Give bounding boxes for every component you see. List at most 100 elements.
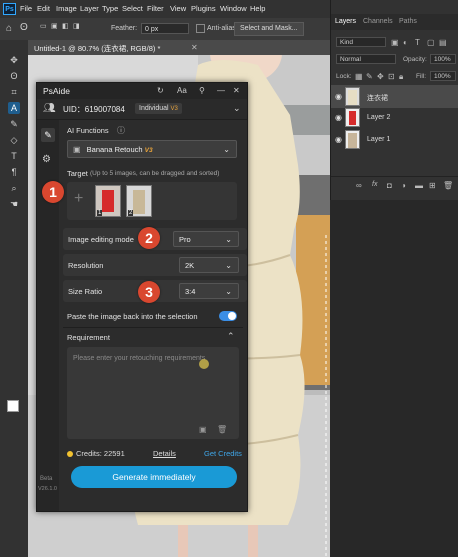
ai-tool-icon[interactable]: A bbox=[8, 102, 20, 114]
fill-input[interactable]: 100% bbox=[430, 71, 456, 81]
intersect-selection-icon[interactable]: ◨ bbox=[73, 22, 80, 30]
menu-edit[interactable]: Edit bbox=[37, 4, 50, 13]
target-hint: (Up to 5 images, can be dragged and sort… bbox=[90, 170, 220, 177]
menu-image[interactable]: Image bbox=[56, 4, 77, 13]
hand-tool-icon[interactable]: ☚ bbox=[8, 198, 20, 210]
menu-filter[interactable]: Filter bbox=[147, 4, 164, 13]
opacity-input[interactable]: 100% bbox=[430, 54, 456, 64]
move-tool-icon[interactable]: ✥ bbox=[8, 54, 20, 66]
menu-view[interactable]: View bbox=[170, 4, 186, 13]
generate-button[interactable]: Generate immediately bbox=[71, 466, 237, 488]
image-mode-select[interactable]: Pro ⌄ bbox=[173, 231, 239, 247]
requirement-textarea[interactable]: Please enter your retouching requirement… bbox=[67, 347, 239, 439]
layer-row[interactable]: ◉ 连衣裙 bbox=[331, 85, 458, 108]
tab-paths[interactable]: Paths bbox=[399, 18, 417, 25]
select-and-mask-button[interactable]: Select and Mask... bbox=[234, 22, 304, 36]
lasso-tool-icon[interactable]: ʘ bbox=[8, 70, 20, 82]
menu-file[interactable]: File bbox=[20, 4, 32, 13]
image-mode-label: Image editing mode bbox=[68, 235, 134, 244]
layer-name[interactable]: Layer 2 bbox=[367, 114, 390, 121]
close-icon[interactable]: ✕ bbox=[233, 86, 240, 95]
visibility-eye-icon[interactable]: ◉ bbox=[335, 113, 342, 122]
brush-tool-icon[interactable]: ✎ bbox=[8, 118, 20, 130]
resolution-select[interactable]: 2K ⌄ bbox=[179, 257, 239, 273]
home-icon[interactable]: ⌂ bbox=[6, 23, 12, 34]
details-link[interactable]: Details bbox=[153, 449, 176, 458]
menu-select[interactable]: Select bbox=[122, 4, 143, 13]
document-tab[interactable]: Untitled-1 @ 80.7% (连衣裙, RGB/8) * ✕ bbox=[28, 40, 330, 55]
antialias-checkbox[interactable] bbox=[196, 24, 205, 33]
layer-row[interactable]: ◉ Layer 2 bbox=[331, 106, 458, 129]
settings-gear-icon[interactable]: ⚙ bbox=[42, 154, 51, 165]
visibility-eye-icon[interactable]: ◉ bbox=[335, 135, 342, 144]
group-icon[interactable]: ▬ bbox=[415, 181, 423, 190]
foreground-color-swatch[interactable] bbox=[7, 400, 19, 412]
fx-button[interactable]: fx bbox=[372, 181, 377, 188]
user-uid: UID：619007084 bbox=[63, 105, 125, 114]
get-credits-link[interactable]: Get Credits bbox=[204, 449, 242, 458]
add-selection-icon[interactable]: ▣ bbox=[51, 22, 58, 30]
menu-layer[interactable]: Layer bbox=[80, 4, 99, 13]
menu-plugins[interactable]: Plugins bbox=[191, 4, 216, 13]
new-selection-icon[interactable]: ▭ bbox=[40, 22, 47, 30]
edit-pencil-icon[interactable]: ✎ bbox=[41, 128, 55, 142]
tab-layers[interactable]: Layers bbox=[335, 18, 356, 25]
layer-thumbnail bbox=[345, 130, 360, 149]
size-ratio-select[interactable]: 3:4 ⌄ bbox=[179, 283, 239, 299]
path-tool-icon[interactable]: ¶ bbox=[8, 166, 20, 178]
opacity-label: Opacity: bbox=[403, 56, 427, 63]
filter-shape-icon[interactable]: ▢ bbox=[427, 38, 435, 47]
paste-back-toggle[interactable] bbox=[219, 311, 237, 321]
menu-window[interactable]: Window bbox=[220, 4, 247, 13]
target-image-list[interactable]: + 1 2 bbox=[67, 182, 237, 220]
image-upload-icon[interactable]: ▣ bbox=[199, 425, 207, 434]
chevron-up-icon[interactable]: ⌃ bbox=[227, 331, 235, 342]
lock-position-icon[interactable]: ✥ bbox=[377, 72, 384, 81]
thumb-index: 2 bbox=[128, 210, 134, 216]
menu-help[interactable]: Help bbox=[250, 4, 265, 13]
refresh-icon[interactable]: ↻ bbox=[157, 86, 164, 95]
user-avatar-icon: 👥︎ bbox=[43, 103, 56, 114]
menu-type[interactable]: Type bbox=[102, 4, 118, 13]
lock-transparent-icon[interactable]: ▦ bbox=[355, 72, 363, 81]
pin-icon[interactable]: ⚲ bbox=[199, 86, 205, 95]
filter-smart-icon[interactable]: ▤ bbox=[439, 38, 447, 47]
new-layer-icon[interactable]: ⊞ bbox=[429, 181, 436, 190]
chevron-down-icon[interactable]: ⌄ bbox=[233, 103, 241, 114]
trash-icon[interactable]: 🗑︎ bbox=[217, 425, 227, 434]
eraser-tool-icon[interactable]: ◇ bbox=[8, 134, 20, 146]
layer-row[interactable]: ◉ Layer 1 bbox=[331, 128, 458, 151]
tab-channels[interactable]: Channels bbox=[363, 18, 393, 25]
filter-pixel-icon[interactable]: ▣ bbox=[391, 38, 399, 47]
zoom-tool-icon[interactable]: ⌕ bbox=[8, 182, 20, 194]
target-thumb[interactable]: 2 bbox=[126, 185, 152, 217]
close-document-icon[interactable]: ✕ bbox=[191, 43, 198, 52]
visibility-eye-icon[interactable]: ◉ bbox=[335, 92, 342, 101]
lock-artboard-icon[interactable]: ⊡ bbox=[388, 72, 395, 81]
lock-all-icon[interactable]: 🔒︎ bbox=[399, 72, 403, 82]
crop-tool-icon[interactable]: ⌗ bbox=[8, 86, 20, 98]
adjustment-layer-icon[interactable]: ◑ bbox=[401, 181, 406, 190]
credits-label: Credits: 22591 bbox=[76, 449, 125, 458]
lock-paint-icon[interactable]: ✎ bbox=[366, 72, 373, 81]
filter-type-icon[interactable]: T bbox=[415, 38, 420, 47]
add-image-icon[interactable]: + bbox=[74, 190, 83, 208]
ai-function-select[interactable]: ▣ Banana Retouch V3 ⌄ bbox=[67, 140, 237, 158]
feather-input[interactable]: 0 px bbox=[141, 23, 189, 34]
info-icon[interactable]: ⓘ bbox=[117, 125, 125, 136]
plan-badge: Individual V3 bbox=[135, 103, 182, 114]
delete-layer-icon[interactable]: 🗑︎ bbox=[443, 181, 453, 190]
minimize-icon[interactable]: — bbox=[217, 86, 225, 95]
layer-name[interactable]: 连衣裙 bbox=[367, 93, 388, 103]
target-thumb[interactable]: 1 bbox=[95, 185, 121, 217]
layer-name[interactable]: Layer 1 bbox=[367, 136, 390, 143]
filter-adjust-icon[interactable]: ◐ bbox=[403, 38, 408, 47]
font-size-icon[interactable]: Aa bbox=[177, 86, 187, 95]
subtract-selection-icon[interactable]: ◧ bbox=[62, 22, 69, 30]
link-layers-icon[interactable]: ∞ bbox=[356, 181, 362, 190]
lasso-tool-icon[interactable]: ʘ bbox=[20, 22, 28, 33]
text-tool-icon[interactable]: T bbox=[8, 150, 20, 162]
layer-filter-kind-select[interactable]: Kind bbox=[336, 37, 386, 47]
add-mask-icon[interactable]: ◘ bbox=[387, 181, 392, 190]
blend-mode-select[interactable]: Normal bbox=[336, 54, 396, 64]
